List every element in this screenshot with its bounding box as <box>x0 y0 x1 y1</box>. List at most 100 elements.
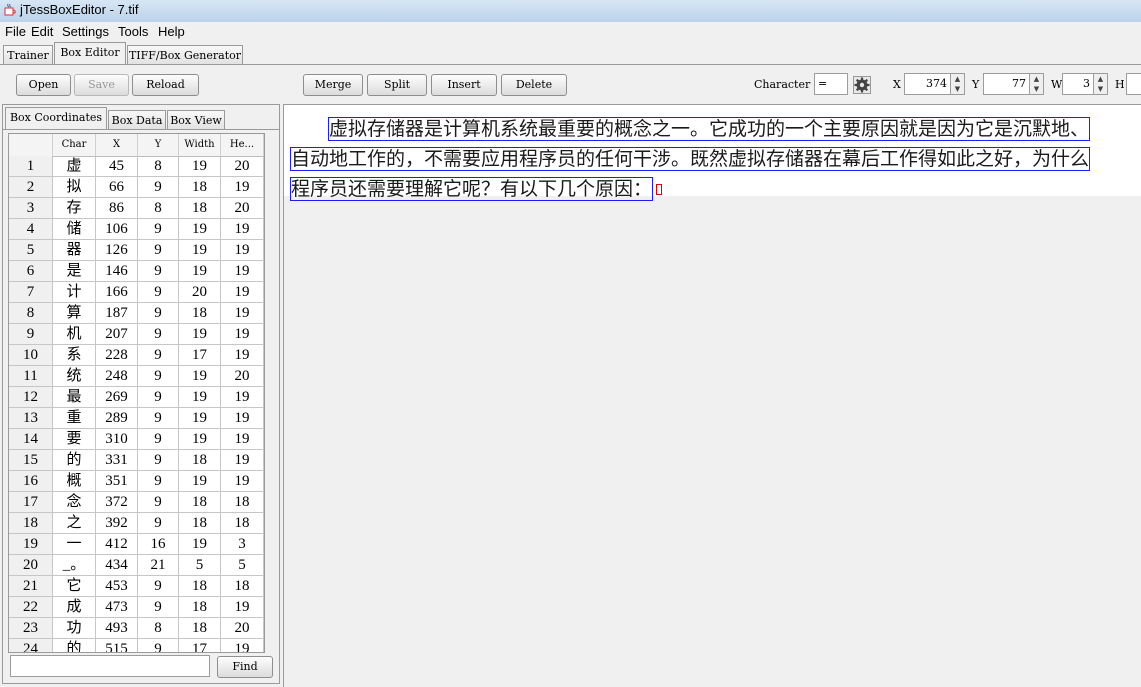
table-cell[interactable]: 18 <box>179 303 221 323</box>
table-cell[interactable]: 493 <box>96 618 138 638</box>
table-cell[interactable]: 269 <box>96 387 138 407</box>
table-cell[interactable]: 331 <box>96 450 138 470</box>
table-cell[interactable]: 126 <box>96 240 138 260</box>
table-row[interactable]: 9 机 207 9 19 19 <box>9 324 264 345</box>
table-cell[interactable]: 228 <box>96 345 138 365</box>
table-cell[interactable]: 18 <box>179 492 221 512</box>
table-cell[interactable]: 146 <box>96 261 138 281</box>
menu-tools[interactable]: Tools <box>118 24 148 39</box>
row-number-cell[interactable]: 4 <box>9 219 53 239</box>
row-number-cell[interactable]: 8 <box>9 303 53 323</box>
x-field[interactable]: 374 <box>904 73 951 95</box>
row-number-cell[interactable]: 14 <box>9 429 53 449</box>
table-cell[interactable]: 计 <box>53 282 96 302</box>
gear-icon[interactable] <box>853 76 871 94</box>
table-cell[interactable]: 18 <box>179 618 221 638</box>
table-cell[interactable]: 9 <box>138 303 179 323</box>
menu-help[interactable]: Help <box>158 24 185 39</box>
table-row[interactable]: 23 功 493 8 18 20 <box>9 618 264 639</box>
table-cell[interactable]: 19 <box>179 366 221 386</box>
table-cell[interactable]: 20 <box>221 618 264 638</box>
table-row[interactable]: 3 存 86 8 18 20 <box>9 198 264 219</box>
row-number-cell[interactable]: 24 <box>9 639 53 652</box>
row-number-cell[interactable]: 9 <box>9 324 53 344</box>
menu-file[interactable]: File <box>5 24 26 39</box>
table-cell[interactable]: 统 <box>53 366 96 386</box>
table-cell[interactable]: 存 <box>53 198 96 218</box>
table-cell[interactable]: 9 <box>138 345 179 365</box>
table-row[interactable]: 11 统 248 9 19 20 <box>9 366 264 387</box>
row-number-cell[interactable]: 20 <box>9 555 53 575</box>
reload-button[interactable]: Reload <box>132 74 199 96</box>
h-field[interactable] <box>1126 73 1141 95</box>
table-row[interactable]: 13 重 289 9 19 19 <box>9 408 264 429</box>
menu-edit[interactable]: Edit <box>31 24 53 39</box>
table-cell[interactable]: 19 <box>221 324 264 344</box>
table-row[interactable]: 2 拟 66 9 18 19 <box>9 177 264 198</box>
x-spinner[interactable]: ▲ ▼ <box>950 73 965 95</box>
table-cell[interactable]: 18 <box>179 597 221 617</box>
find-button[interactable]: Find <box>217 656 273 678</box>
table-cell[interactable]: 19 <box>179 324 221 344</box>
table-cell[interactable]: 5 <box>221 555 264 575</box>
table-cell[interactable]: 19 <box>179 261 221 281</box>
table-cell[interactable]: 19 <box>221 261 264 281</box>
table-row[interactable]: 5 器 126 9 19 19 <box>9 240 264 261</box>
table-cell[interactable]: 21 <box>138 555 179 575</box>
table-cell[interactable]: 器 <box>53 240 96 260</box>
tab-trainer[interactable]: Trainer <box>3 45 53 64</box>
column-header-x[interactable]: X <box>96 134 138 156</box>
table-cell[interactable]: 18 <box>179 198 221 218</box>
row-number-cell[interactable]: 11 <box>9 366 53 386</box>
table-cell[interactable]: 19 <box>179 387 221 407</box>
table-cell[interactable]: 20 <box>221 156 264 176</box>
table-cell[interactable]: 18 <box>179 513 221 533</box>
table-row[interactable]: 14 要 310 9 19 19 <box>9 429 264 450</box>
table-cell[interactable]: 概 <box>53 471 96 491</box>
table-cell[interactable]: 8 <box>138 618 179 638</box>
table-cell[interactable]: 19 <box>221 471 264 491</box>
table-cell[interactable]: 45 <box>96 156 138 176</box>
table-cell[interactable]: 86 <box>96 198 138 218</box>
table-cell[interactable]: 储 <box>53 219 96 239</box>
w-spinner[interactable]: ▲ ▼ <box>1093 73 1108 95</box>
table-cell[interactable]: 19 <box>221 240 264 260</box>
table-cell[interactable]: 19 <box>221 429 264 449</box>
row-number-cell[interactable]: 19 <box>9 534 53 554</box>
delete-button[interactable]: Delete <box>501 74 567 96</box>
table-cell[interactable]: 20 <box>179 282 221 302</box>
table-cell[interactable]: 18 <box>179 177 221 197</box>
y-spinner[interactable]: ▲ ▼ <box>1029 73 1044 95</box>
table-cell[interactable]: 一 <box>53 534 96 554</box>
table-row[interactable]: 4 储 106 9 19 19 <box>9 219 264 240</box>
table-cell[interactable]: 虚 <box>53 156 96 176</box>
table-cell[interactable]: 是 <box>53 261 96 281</box>
table-cell[interactable]: 念 <box>53 492 96 512</box>
tab-box-view[interactable]: Box View <box>167 110 225 129</box>
table-cell[interactable]: 106 <box>96 219 138 239</box>
table-row[interactable]: 1 虚 45 8 19 20 <box>9 156 264 177</box>
table-cell[interactable]: 它 <box>53 576 96 596</box>
table-row[interactable]: 22 成 473 9 18 19 <box>9 597 264 618</box>
table-row[interactable]: 18 之 392 9 18 18 <box>9 513 264 534</box>
row-number-cell[interactable]: 21 <box>9 576 53 596</box>
row-number-cell[interactable]: 5 <box>9 240 53 260</box>
table-cell[interactable]: 9 <box>138 576 179 596</box>
table-cell[interactable]: 392 <box>96 513 138 533</box>
tab-box-coordinates[interactable]: Box Coordinates <box>5 107 107 129</box>
table-cell[interactable]: 372 <box>96 492 138 512</box>
table-cell[interactable]: 9 <box>138 639 179 652</box>
table-cell[interactable]: 5 <box>179 555 221 575</box>
table-row[interactable]: 12 最 269 9 19 19 <box>9 387 264 408</box>
table-cell[interactable]: 19 <box>221 408 264 428</box>
row-number-cell[interactable]: 16 <box>9 471 53 491</box>
row-number-cell[interactable]: 12 <box>9 387 53 407</box>
row-number-cell[interactable]: 22 <box>9 597 53 617</box>
table-cell[interactable]: 重 <box>53 408 96 428</box>
table-cell[interactable]: 3 <box>221 534 264 554</box>
column-header-y[interactable]: Y <box>138 134 179 156</box>
table-cell[interactable]: 19 <box>179 429 221 449</box>
table-cell[interactable]: _。 <box>53 555 96 575</box>
table-cell[interactable]: 9 <box>138 219 179 239</box>
table-scrollbar[interactable]: ▲ ▼ <box>264 156 265 652</box>
